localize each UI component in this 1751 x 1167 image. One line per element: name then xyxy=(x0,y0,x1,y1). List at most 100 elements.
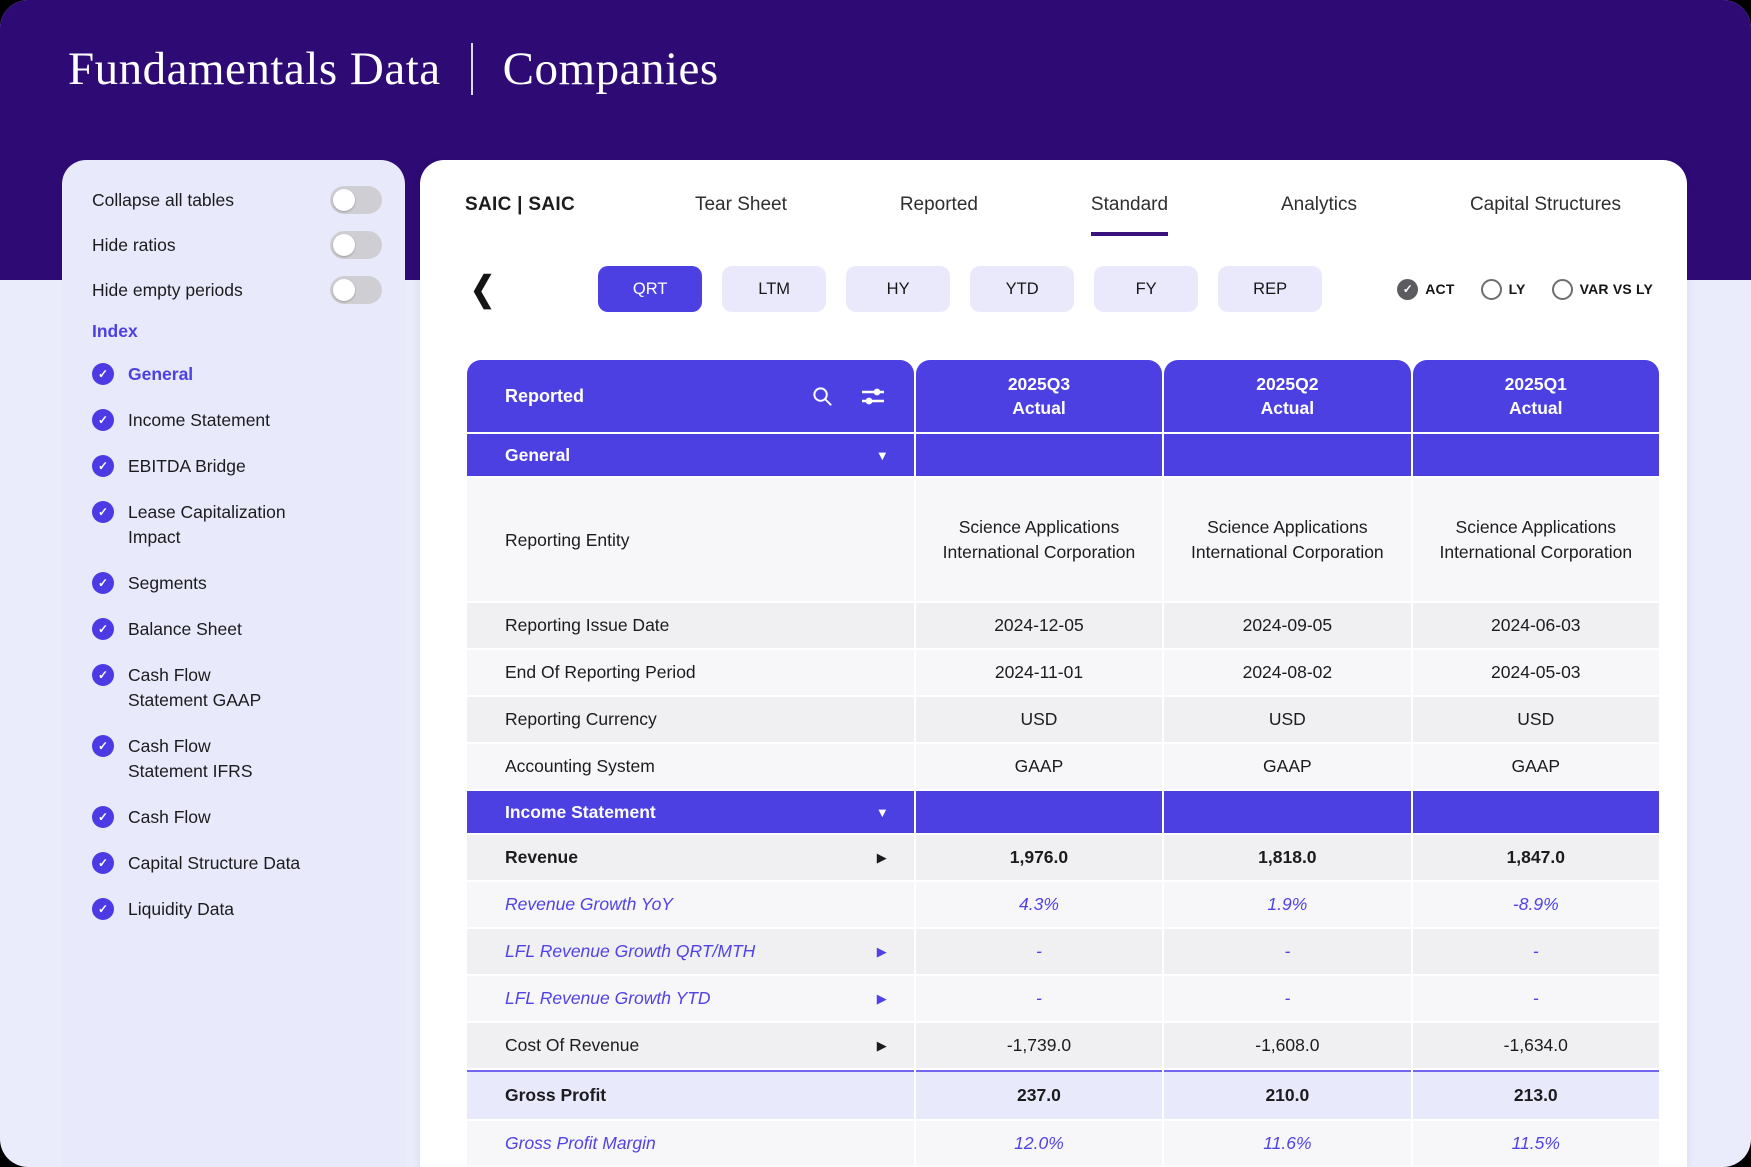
check-circle-icon: ✓ xyxy=(92,501,114,523)
tab-standard[interactable]: Standard xyxy=(1091,194,1168,236)
check-circle-icon: ✓ xyxy=(92,852,114,874)
cell-value: - xyxy=(916,976,1162,1021)
sidebar-item-label: Cash Flow Statement IFRS xyxy=(128,734,253,784)
cell-value: Science Applications International Corpo… xyxy=(1413,478,1659,601)
sidebar-item-cash-flow-statement-gaap[interactable]: ✓ Cash Flow Statement GAAP xyxy=(92,663,382,713)
radio-selected-icon: ✓ xyxy=(1397,279,1418,300)
sidebar-item-label: Balance Sheet xyxy=(128,617,242,642)
tab-capital-structures[interactable]: Capital Structures xyxy=(1470,194,1621,236)
table-row-revenue-growth-yoy: Revenue Growth YoY 4.3% 1.9% -8.9% xyxy=(467,882,1659,927)
period-button-ltm[interactable]: LTM xyxy=(722,266,826,312)
expandable-row-label[interactable]: Revenue▶ xyxy=(467,835,914,880)
table-row-gross-profit-margin: Gross Profit Margin 12.0% 11.6% 11.5% xyxy=(467,1121,1659,1166)
table-row-accounting-system: Accounting System GAAP GAAP GAAP xyxy=(467,744,1659,789)
column-header-2025q2: 2025Q2 Actual xyxy=(1164,360,1410,432)
sidebar-item-segments[interactable]: ✓ Segments xyxy=(92,571,382,596)
toggle-row-hide-ratios: Hide ratios xyxy=(92,231,382,259)
toggle-label: Hide empty periods xyxy=(92,280,243,301)
collapse-all-tables-toggle[interactable] xyxy=(330,186,382,214)
period-button-hy[interactable]: HY xyxy=(846,266,950,312)
table-header-label: Reported xyxy=(505,386,811,407)
page-title-left: Fundamentals Data xyxy=(68,42,441,96)
check-circle-icon: ✓ xyxy=(92,455,114,477)
sidebar-item-lease-capitalization-impact[interactable]: ✓ Lease Capitalization Impact xyxy=(92,500,382,550)
sidebar-item-cash-flow[interactable]: ✓ Cash Flow xyxy=(92,805,382,830)
cell-value: 237.0 xyxy=(916,1070,1162,1119)
hide-empty-periods-toggle[interactable] xyxy=(330,276,382,304)
tab-reported[interactable]: Reported xyxy=(900,194,978,236)
sidebar-item-general[interactable]: ✓ General xyxy=(92,362,382,387)
section-header-general[interactable]: General ▼ xyxy=(467,434,1659,476)
cell-value: USD xyxy=(1164,697,1410,742)
cell-value: USD xyxy=(1413,697,1659,742)
sidebar-item-cash-flow-statement-ifrs[interactable]: ✓ Cash Flow Statement IFRS xyxy=(92,734,382,784)
row-label: LFL Revenue Growth QRT/MTH xyxy=(505,941,877,962)
expandable-row-label[interactable]: Cost Of Revenue▶ xyxy=(467,1023,914,1068)
sidebar-item-ebitda-bridge[interactable]: ✓ EBITDA Bridge xyxy=(92,454,382,479)
page-title: Fundamentals Data Companies xyxy=(0,0,1751,96)
cell-value: 2024-12-05 xyxy=(916,603,1162,648)
cell-value: 2024-09-05 xyxy=(1164,603,1410,648)
back-chevron-icon[interactable]: ❮ xyxy=(470,269,495,309)
cell-value: -1,634.0 xyxy=(1413,1023,1659,1068)
sidebar-item-capital-structure-data[interactable]: ✓ Capital Structure Data xyxy=(92,851,382,876)
check-circle-icon: ✓ xyxy=(92,898,114,920)
sidebar-item-label: Income Statement xyxy=(128,408,270,433)
cell-value: 1,847.0 xyxy=(1413,835,1659,880)
sidebar-item-balance-sheet[interactable]: ✓ Balance Sheet xyxy=(92,617,382,642)
table-row-reporting-issue-date: Reporting Issue Date 2024-12-05 2024-09-… xyxy=(467,603,1659,648)
period-button-fy[interactable]: FY xyxy=(1094,266,1198,312)
row-label: Accounting System xyxy=(467,744,914,789)
cell-value: - xyxy=(1413,976,1659,1021)
sidebar: Collapse all tables Hide ratios Hide emp… xyxy=(62,160,405,1167)
cell-value: 12.0% xyxy=(916,1121,1162,1166)
cell-value: 210.0 xyxy=(1164,1070,1410,1119)
expandable-row-label[interactable]: LFL Revenue Growth QRT/MTH▶ xyxy=(467,929,914,974)
sidebar-item-liquidity-data[interactable]: ✓ Liquidity Data xyxy=(92,897,382,922)
toggle-row-hide-empty-periods: Hide empty periods xyxy=(92,276,382,304)
row-label: LFL Revenue Growth YTD xyxy=(505,988,877,1009)
fundamentals-table: Reported 2025Q3 Actual 2025Q2 A xyxy=(465,358,1661,1167)
period-button-ytd[interactable]: YTD xyxy=(970,266,1074,312)
check-circle-icon: ✓ xyxy=(92,363,114,385)
toggle-label: Collapse all tables xyxy=(92,190,234,211)
toggle-label: Hide ratios xyxy=(92,235,176,256)
section-header-income-statement[interactable]: Income Statement ▼ xyxy=(467,791,1659,833)
tab-analytics[interactable]: Analytics xyxy=(1281,194,1357,236)
check-circle-icon: ✓ xyxy=(92,664,114,686)
table-row-cost-of-revenue: Cost Of Revenue▶ -1,739.0 -1,608.0 -1,63… xyxy=(467,1023,1659,1068)
check-circle-icon: ✓ xyxy=(92,735,114,757)
cell-value: 1,818.0 xyxy=(1164,835,1410,880)
content-area: Collapse all tables Hide ratios Hide emp… xyxy=(62,160,1687,1167)
sidebar-item-label: Capital Structure Data xyxy=(128,851,300,876)
table-header-row: Reported 2025Q3 Actual 2025Q2 A xyxy=(467,360,1659,432)
sidebar-item-label: Cash Flow Statement GAAP xyxy=(128,663,261,713)
sidebar-item-income-statement[interactable]: ✓ Income Statement xyxy=(92,408,382,433)
table-row-reporting-entity: Reporting Entity Science Applications In… xyxy=(467,478,1659,601)
radio-var-vs-ly[interactable]: VAR vs LY xyxy=(1552,279,1653,300)
table-row-reporting-currency: Reporting Currency USD USD USD xyxy=(467,697,1659,742)
period-button-qrt[interactable]: QRT xyxy=(598,266,702,312)
hide-ratios-toggle[interactable] xyxy=(330,231,382,259)
period-button-rep[interactable]: REP xyxy=(1218,266,1322,312)
expandable-row-label[interactable]: LFL Revenue Growth YTD▶ xyxy=(467,976,914,1021)
cell-value: -1,739.0 xyxy=(916,1023,1162,1068)
radio-ly[interactable]: LY xyxy=(1481,279,1526,300)
sidebar-item-label: EBITDA Bridge xyxy=(128,454,246,479)
radio-act[interactable]: ✓ ACT xyxy=(1397,279,1454,300)
check-circle-icon: ✓ xyxy=(92,806,114,828)
toggle-knob xyxy=(333,234,355,256)
tab-tear-sheet[interactable]: Tear Sheet xyxy=(695,194,787,236)
filter-sliders-icon[interactable] xyxy=(860,385,886,407)
column-header-2025q1: 2025Q1 Actual xyxy=(1413,360,1659,432)
table-row-lfl-revenue-growth-qrt-mth: LFL Revenue Growth QRT/MTH▶ - - - xyxy=(467,929,1659,974)
sidebar-item-label: Segments xyxy=(128,571,207,596)
check-circle-icon: ✓ xyxy=(92,409,114,431)
expand-arrow-icon: ▶ xyxy=(877,850,887,866)
cell-value: 213.0 xyxy=(1413,1070,1659,1119)
search-icon[interactable] xyxy=(811,385,834,408)
toggle-row-collapse-all-tables: Collapse all tables xyxy=(92,186,382,214)
cell-value: 2024-05-03 xyxy=(1413,650,1659,695)
section-title: General xyxy=(505,445,876,466)
section-title: Income Statement xyxy=(505,802,876,823)
